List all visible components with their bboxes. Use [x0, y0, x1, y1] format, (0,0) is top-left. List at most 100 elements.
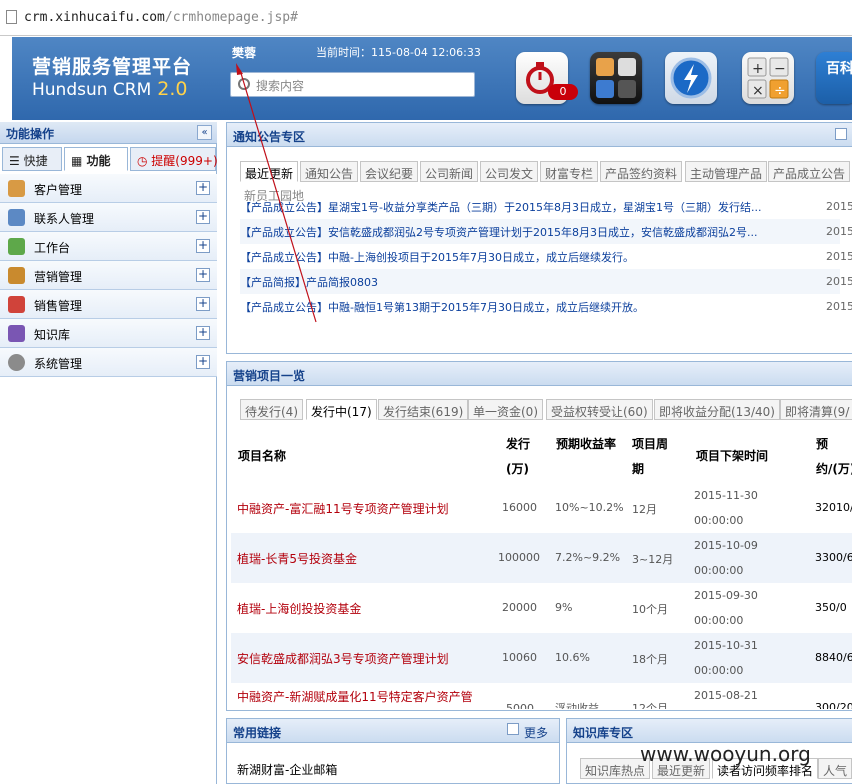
expand-icon[interactable]: +: [196, 181, 210, 195]
marketing-icon: [8, 267, 25, 284]
notice-category: 【产品简报】: [240, 276, 306, 289]
project-rate: 10.6%: [555, 651, 590, 664]
sidebar-item-marketing[interactable]: 营销管理 +: [0, 261, 217, 290]
tab-popularity[interactable]: 人气: [818, 758, 852, 779]
tab-minutes[interactable]: 会议纪要: [360, 161, 419, 182]
tab-shortcuts[interactable]: ☰ 快捷: [2, 147, 62, 171]
sidebar-item-system[interactable]: 系统管理 +: [0, 348, 217, 377]
tab-issue-ended[interactable]: 发行结束(619): [378, 399, 469, 420]
sidebar-item-label: 工作台: [34, 241, 71, 255]
project-name[interactable]: 安信乾盛成都润弘3号专项资产管理计划: [237, 650, 449, 667]
lightning-icon[interactable]: [665, 52, 717, 104]
list-item[interactable]: 【产品成立公告】中融-上海创投项目于2015年7月30日成立，成立后继续发行。: [240, 244, 840, 269]
notice-date: 2015: [826, 200, 852, 213]
sidebar-item-label: 知识库: [34, 328, 71, 342]
column-header-amount: 发行(万): [506, 437, 531, 476]
project-name[interactable]: 植瑞-长青5号投资基金: [237, 550, 357, 567]
more-link[interactable]: 更多: [524, 724, 548, 741]
header-left-edge: [0, 37, 12, 120]
tab-liquidation[interactable]: 即将清算(9/: [780, 399, 852, 420]
tab-company-news[interactable]: 公司新闻: [420, 161, 479, 182]
tab-single-fund[interactable]: 单一资金(0): [468, 399, 543, 420]
project-reserve: 350/0: [815, 601, 847, 614]
encyclopedia-label: 百科: [826, 61, 852, 77]
url-path: /crmhomepage.jsp#: [164, 10, 298, 25]
list-item[interactable]: 【产品成立公告】星湖宝1号-收益分享类产品（三期）于2015年8月3日成立，星湖…: [240, 194, 840, 219]
sidebar-item-knowledge[interactable]: 知识库 +: [0, 319, 217, 348]
notice-text: 中融-上海创投项目于2015年7月30日成立，成立后继续发行。: [328, 251, 634, 264]
notice-text: 星湖宝1号-收益分享类产品（三期）于2015年8月3日成立，星湖宝1号（三期）发…: [328, 201, 762, 214]
contacts-glyph: [596, 58, 636, 98]
tab-company-docs[interactable]: 公司发文: [480, 161, 539, 182]
sidebar-item-sales[interactable]: 销售管理 +: [0, 290, 217, 319]
project-period: 18个月: [632, 653, 668, 666]
sidebar-item-label: 销售管理: [34, 299, 83, 313]
contacts-app-icon[interactable]: [590, 52, 642, 104]
tab-managed-products[interactable]: 主动管理产品: [685, 161, 768, 182]
tab-issuing[interactable]: 发行中(17): [306, 399, 377, 420]
sidebar-item-customer[interactable]: 客户管理 +: [0, 174, 217, 203]
notice-category: 【产品成立公告】: [240, 226, 328, 239]
maximize-icon[interactable]: [507, 723, 519, 735]
tab-product-launch[interactable]: 产品成立公告: [768, 161, 851, 182]
url-host: crm.xinhucaifu.com: [24, 10, 165, 25]
sidebar-item-label: 联系人管理: [34, 212, 95, 226]
project-end-date: 2015-08-21: [694, 689, 758, 702]
url-text[interactable]: crm.xinhucaifu.com/crmhomepage.jsp#: [24, 10, 298, 25]
brand-version: 2.0: [157, 78, 188, 100]
clock-icon: ◷: [137, 154, 152, 168]
tab-reminders[interactable]: ◷ 提醒(999+): [130, 147, 218, 171]
knowledge-panel-title: 知识库专区: [567, 719, 852, 743]
tab-contract-docs[interactable]: 产品签约资料: [600, 161, 683, 182]
project-end-date: 2015-11-30: [694, 489, 758, 502]
calculator-icon[interactable]: + − × ÷: [742, 52, 794, 104]
expand-icon[interactable]: +: [196, 210, 210, 224]
project-name[interactable]: 中融资产-富汇融11号专项资产管理计划: [237, 500, 449, 517]
tab-notice[interactable]: 通知公告: [300, 161, 359, 182]
search-placeholder: 搜索内容: [256, 79, 305, 93]
gear-icon: [8, 354, 25, 371]
svg-text:×: ×: [752, 83, 764, 99]
books-icon: [8, 325, 25, 342]
expand-icon[interactable]: +: [196, 326, 210, 340]
project-name[interactable]: 中融资产-新湖赋成量化11号特定客户资产管: [237, 688, 473, 705]
expand-icon[interactable]: +: [196, 297, 210, 311]
sidebar-item-workbench[interactable]: 工作台 +: [0, 232, 217, 261]
project-reserve: 8840/65: [815, 651, 852, 664]
calculator-glyph: + −× ÷: [747, 57, 789, 99]
project-end-date: 2015-10-31: [694, 639, 758, 652]
project-period: 10个月: [632, 603, 668, 616]
collapse-sidebar-button[interactable]: «: [197, 125, 212, 140]
tab-distribution[interactable]: 即将收益分配(13/40): [654, 399, 780, 420]
expand-icon[interactable]: +: [196, 239, 210, 253]
project-amount: 100000: [498, 551, 540, 564]
tab-wealth-column[interactable]: 财富专栏: [540, 161, 599, 182]
notice-category: 【产品成立公告】: [240, 301, 328, 314]
list-item[interactable]: 【产品成立公告】安信乾盛成都润弘2号专项资产管理计划于2015年8月3日成立，安…: [240, 219, 840, 244]
link-mail[interactable]: 新湖财富-企业邮箱: [237, 761, 337, 778]
project-end-date: 2015-09-30: [694, 589, 758, 602]
list-item[interactable]: 【产品简报】产品简报0803: [240, 269, 840, 294]
notice-category: 【产品成立公告】: [240, 201, 328, 214]
project-amount: 16000: [502, 501, 537, 514]
list-item[interactable]: 【产品成立公告】中融-融恒1号第13期于2015年7月30日成立，成立后继续开放…: [240, 294, 840, 319]
project-period: 12个月: [632, 702, 668, 709]
contacts-icon: [8, 209, 25, 226]
tab-pending[interactable]: 待发行(4): [240, 399, 303, 420]
tab-functions[interactable]: ▦ 功能: [64, 147, 128, 171]
notice-date: 2015: [826, 275, 852, 288]
notice-date: 2015: [826, 250, 852, 263]
project-end-date: 2015-10-09: [694, 539, 758, 552]
project-name[interactable]: 植瑞-上海创投投资基金: [237, 600, 361, 617]
tab-latest[interactable]: 最近更新: [240, 161, 299, 182]
lightning-glyph: [670, 57, 712, 99]
encyclopedia-icon[interactable]: 百科: [816, 52, 852, 104]
user-name[interactable]: 樊蓉: [232, 44, 256, 61]
expand-icon[interactable]: +: [196, 268, 210, 282]
sidebar-item-contacts[interactable]: 联系人管理 +: [0, 203, 217, 232]
maximize-icon[interactable]: [835, 128, 847, 140]
current-time: 当前时间：115-08-04 12:06:33: [316, 46, 481, 59]
brand-name-en: Hundsun CRM: [32, 80, 152, 100]
expand-icon[interactable]: +: [196, 355, 210, 369]
tab-transfer[interactable]: 受益权转受让(60): [546, 399, 653, 420]
